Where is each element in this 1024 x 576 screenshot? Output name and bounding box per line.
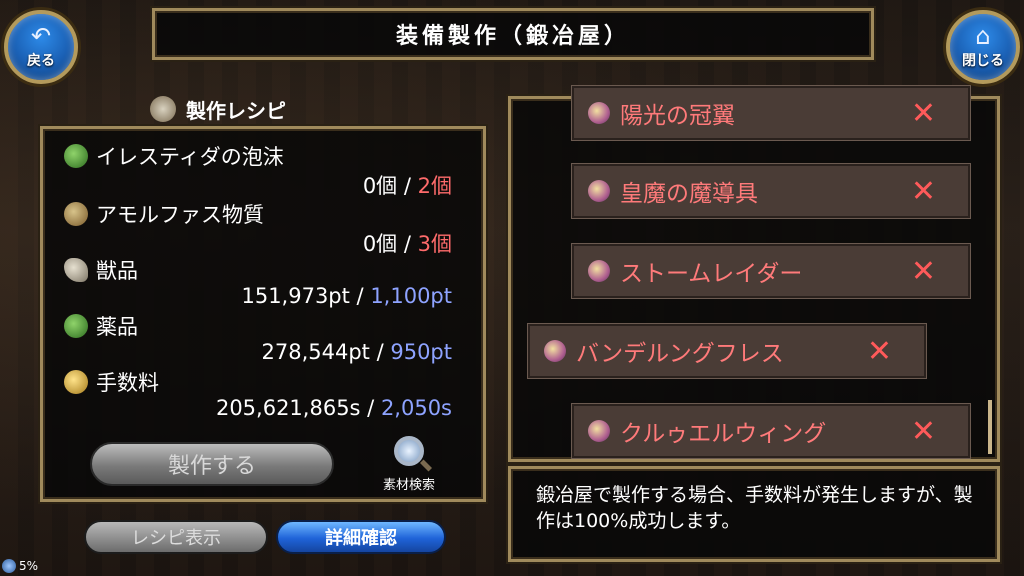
- material-required: 2,050s: [380, 396, 452, 420]
- material-sep: /: [369, 340, 391, 364]
- gem-icon: [588, 260, 610, 282]
- item-name: 陽光の冠翼: [620, 103, 735, 129]
- material-owned: 205,621,865s: [215, 396, 361, 420]
- page-title: 装備製作（鍛冶屋）: [152, 8, 874, 60]
- material-row: 獣品 151,973pt / 1,100pt: [64, 256, 454, 314]
- material-owned: 0個: [362, 174, 398, 198]
- list-item[interactable]: 陽光の冠翼 ✕: [572, 86, 970, 140]
- list-scrollbar[interactable]: [988, 400, 992, 454]
- detail-button[interactable]: 詳細確認: [276, 520, 446, 554]
- close-label: 閉じる: [962, 53, 1004, 69]
- coin-icon: [64, 370, 88, 394]
- view-recipe-button[interactable]: レシピ表示: [84, 520, 268, 554]
- unavailable-mark: ✕: [910, 173, 936, 209]
- herb-icon: [64, 144, 88, 168]
- pouch-icon: [64, 202, 88, 226]
- list-item[interactable]: ストームレイダー ✕: [572, 244, 970, 298]
- item-name: ストームレイダー: [620, 261, 803, 287]
- recipe-icon: [150, 96, 176, 122]
- material-sep: /: [397, 174, 418, 198]
- material-owned: 151,973pt: [241, 284, 350, 308]
- material-search-button[interactable]: 素材検索: [372, 436, 446, 498]
- material-name: イレスティダの泡沫: [96, 145, 284, 169]
- unavailable-mark: ✕: [910, 253, 936, 289]
- material-row: アモルファス物質 0個 / 3個: [64, 200, 454, 258]
- recipe-header: 製作レシピ: [150, 92, 370, 126]
- list-item[interactable]: 皇魔の魔導具 ✕: [572, 164, 970, 218]
- material-sep: /: [349, 284, 371, 308]
- material-search-label: 素材検索: [382, 478, 435, 493]
- unavailable-mark: ✕: [866, 333, 892, 369]
- material-row: 薬品 278,544pt / 950pt: [64, 312, 454, 370]
- herb-icon: [64, 314, 88, 338]
- material-required: 950pt: [390, 340, 452, 364]
- unavailable-mark: ✕: [910, 95, 936, 131]
- gem-icon: [588, 180, 610, 202]
- make-button[interactable]: 製作する: [90, 442, 334, 486]
- material-required: 1,100pt: [370, 284, 452, 308]
- material-name: 薬品: [96, 315, 138, 339]
- recipe-heading: 製作レシピ: [186, 98, 286, 123]
- item-name: クルゥエルウィング: [620, 421, 827, 447]
- material-row: イレスティダの泡沫 0個 / 2個: [64, 142, 454, 200]
- item-name: バンデルングフレス: [576, 341, 784, 367]
- gem-icon: [588, 420, 610, 442]
- back-button[interactable]: ↶ 戻る: [4, 10, 78, 84]
- gem-icon: [544, 340, 566, 362]
- close-button[interactable]: ⌂ 閉じる: [946, 10, 1020, 84]
- back-arrow-icon: ↶: [30, 22, 52, 50]
- battery-indicator: 5%: [2, 557, 66, 575]
- material-owned: 278,544pt: [261, 340, 370, 364]
- material-row: 手数料 205,621,865s / 2,050s: [64, 368, 454, 426]
- material-required: 3個: [417, 232, 452, 256]
- back-label: 戻る: [27, 53, 55, 69]
- list-item[interactable]: クルゥエルウィング ✕: [572, 404, 970, 458]
- battery-icon: [2, 559, 16, 573]
- battery-level: 5%: [19, 559, 39, 573]
- horn-icon: [64, 258, 88, 282]
- magnifier-icon: [394, 436, 424, 466]
- material-sep: /: [360, 396, 381, 420]
- home-icon: ⌂: [975, 22, 991, 50]
- material-name: アモルファス物質: [96, 203, 264, 227]
- material-sep: /: [397, 232, 418, 256]
- item-name: 皇魔の魔導具: [620, 181, 758, 207]
- list-item-selected[interactable]: バンデルングフレス ✕: [528, 324, 926, 378]
- gem-icon: [588, 102, 610, 124]
- material-owned: 0個: [362, 232, 398, 256]
- page-title-text: 装備製作（鍛冶屋）: [395, 24, 630, 49]
- material-name: 手数料: [96, 371, 159, 395]
- material-name: 獣品: [96, 259, 138, 283]
- unavailable-mark: ✕: [910, 413, 936, 449]
- material-required: 2個: [417, 174, 452, 198]
- message-text: 鍛冶屋で製作する場合、手数料が発生しますが、製作は100%成功します。: [536, 484, 973, 532]
